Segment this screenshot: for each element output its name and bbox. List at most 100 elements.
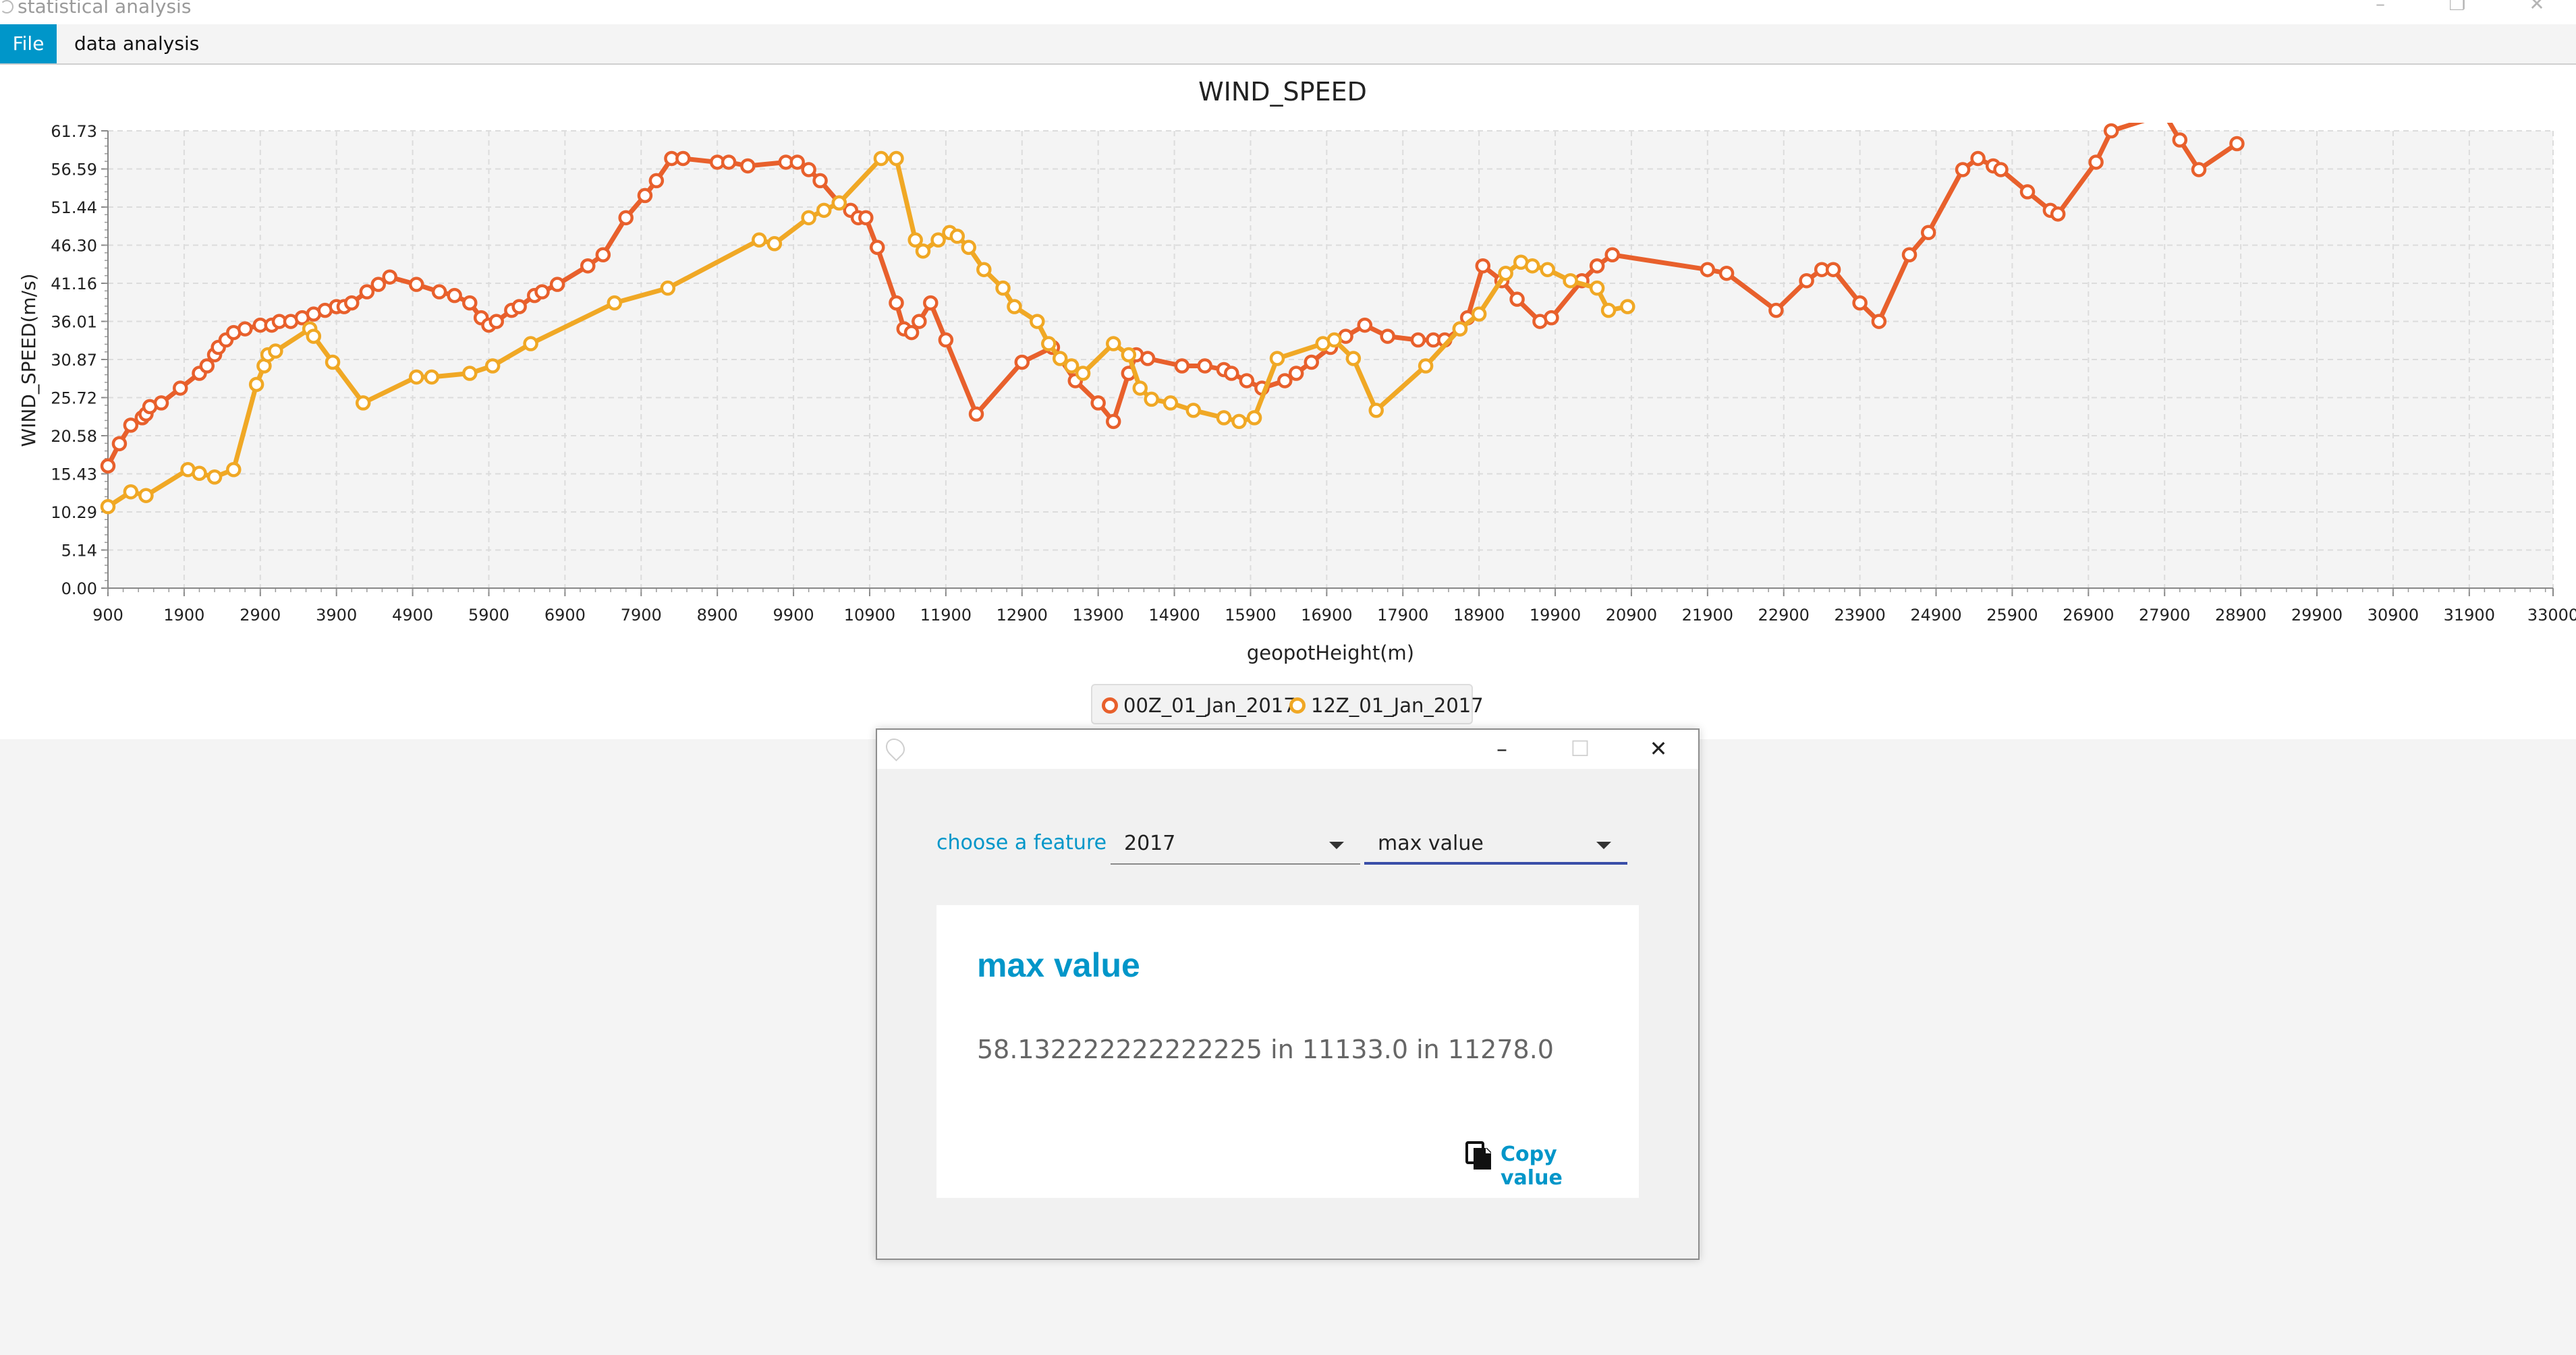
data-point[interactable] xyxy=(1174,358,1190,374)
data-point[interactable] xyxy=(1121,347,1137,363)
data-point[interactable] xyxy=(1197,358,1212,374)
data-point[interactable] xyxy=(1216,410,1232,426)
data-point[interactable] xyxy=(1852,295,1868,311)
data-point[interactable] xyxy=(1368,403,1384,418)
data-point[interactable] xyxy=(534,284,550,299)
data-point[interactable] xyxy=(1509,291,1525,307)
data-point[interactable] xyxy=(923,295,939,311)
data-point[interactable] xyxy=(1132,380,1148,396)
data-point[interactable] xyxy=(1144,391,1159,407)
data-point[interactable] xyxy=(915,243,931,259)
data-point[interactable] xyxy=(752,232,767,248)
data-point[interactable] xyxy=(903,324,920,341)
data-point[interactable] xyxy=(206,469,223,485)
data-point[interactable] xyxy=(1063,358,1080,374)
data-point[interactable] xyxy=(226,462,242,478)
data-point[interactable] xyxy=(123,484,139,500)
data-point[interactable] xyxy=(462,366,478,381)
data-point[interactable] xyxy=(237,321,253,337)
data-point[interactable] xyxy=(408,369,424,385)
data-point[interactable] xyxy=(595,247,611,263)
data-point[interactable] xyxy=(1014,354,1030,370)
data-point[interactable] xyxy=(1140,351,1156,366)
data-point[interactable] xyxy=(1041,336,1057,351)
data-point[interactable] xyxy=(1920,225,1936,241)
data-point[interactable] xyxy=(1589,258,1605,274)
data-point[interactable] xyxy=(1540,262,1556,277)
dialog-close-button[interactable]: ✕ xyxy=(1638,734,1679,763)
data-point[interactable] xyxy=(1357,317,1373,333)
data-point[interactable] xyxy=(447,287,462,304)
data-point[interactable] xyxy=(938,332,954,348)
data-point[interactable] xyxy=(740,158,756,174)
data-point[interactable] xyxy=(1700,262,1716,277)
data-point[interactable] xyxy=(2172,132,2188,148)
data-point[interactable] xyxy=(1604,247,1620,263)
data-point[interactable] xyxy=(1620,299,1635,314)
data-point[interactable] xyxy=(488,314,505,329)
data-point[interactable] xyxy=(789,154,805,170)
data-point[interactable] xyxy=(1955,162,1971,177)
data-point[interactable] xyxy=(1718,265,1735,281)
data-point[interactable] xyxy=(873,150,889,167)
data-point[interactable] xyxy=(100,458,116,474)
data-point[interactable] xyxy=(138,488,154,503)
data-point[interactable] xyxy=(812,173,828,189)
data-point[interactable] xyxy=(766,236,783,252)
data-point[interactable] xyxy=(912,314,927,329)
data-point[interactable] xyxy=(2191,162,2207,177)
data-point[interactable] xyxy=(637,188,653,204)
data-point[interactable] xyxy=(870,239,885,256)
data-point[interactable] xyxy=(816,202,832,219)
data-point[interactable] xyxy=(1544,310,1559,326)
data-point[interactable] xyxy=(1799,272,1814,289)
data-point[interactable] xyxy=(100,498,116,515)
data-point[interactable] xyxy=(306,328,322,344)
data-point[interactable] xyxy=(382,269,397,285)
data-point[interactable] xyxy=(424,369,440,385)
data-point[interactable] xyxy=(1326,332,1342,348)
data-point[interactable] xyxy=(801,210,816,226)
year-select[interactable]: 2017 xyxy=(1111,828,1360,865)
data-point[interactable] xyxy=(1304,354,1320,370)
data-point[interactable] xyxy=(976,262,992,277)
data-point[interactable] xyxy=(549,277,565,292)
data-point[interactable] xyxy=(1563,272,1578,289)
data-point[interactable] xyxy=(1452,321,1468,337)
data-point[interactable] xyxy=(268,343,283,359)
data-point[interactable] xyxy=(1090,395,1106,411)
data-point[interactable] xyxy=(1105,336,1121,351)
data-point[interactable] xyxy=(1223,366,1239,381)
data-point[interactable] xyxy=(858,210,874,226)
data-point[interactable] xyxy=(123,417,139,433)
data-point[interactable] xyxy=(325,354,341,370)
data-point[interactable] xyxy=(1970,150,1986,167)
data-point[interactable] xyxy=(675,150,691,167)
menu-file[interactable]: File xyxy=(0,24,57,63)
data-point[interactable] xyxy=(907,232,923,248)
data-point[interactable] xyxy=(1418,358,1434,374)
data-point[interactable] xyxy=(995,280,1011,296)
data-point[interactable] xyxy=(721,154,737,170)
data-point[interactable] xyxy=(1007,299,1022,314)
data-point[interactable] xyxy=(1993,162,2009,177)
menu-data-analysis[interactable]: data analysis xyxy=(74,24,199,63)
data-point[interactable] xyxy=(968,406,984,422)
data-point[interactable] xyxy=(431,284,447,299)
data-point[interactable] xyxy=(1380,328,1395,344)
data-point[interactable] xyxy=(2103,123,2119,139)
data-point[interactable] xyxy=(1768,302,1784,318)
data-point[interactable] xyxy=(1475,258,1491,274)
data-point[interactable] xyxy=(580,258,596,274)
data-point[interactable] xyxy=(511,299,527,314)
data-point[interactable] xyxy=(192,465,207,482)
data-point[interactable] xyxy=(889,150,904,167)
data-point[interactable] xyxy=(359,284,375,299)
data-point[interactable] xyxy=(1345,351,1362,366)
data-point[interactable] xyxy=(1105,413,1121,430)
data-point[interactable] xyxy=(801,162,816,177)
data-point[interactable] xyxy=(889,295,904,311)
statistic-select[interactable]: max value xyxy=(1364,828,1627,865)
close-button[interactable]: ✕ xyxy=(2517,0,2557,16)
data-point[interactable] xyxy=(607,295,623,311)
